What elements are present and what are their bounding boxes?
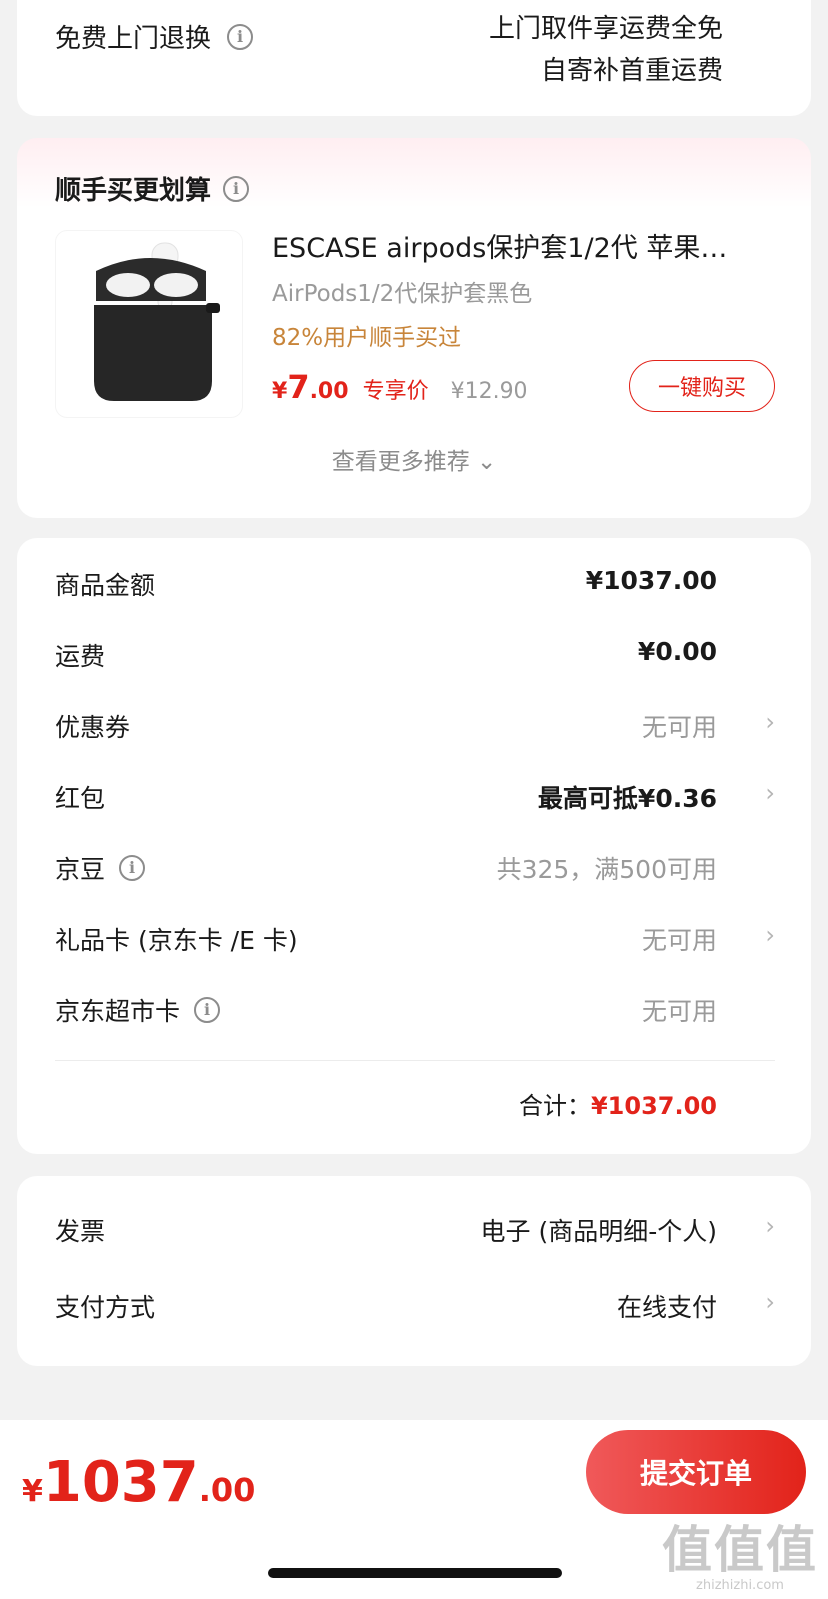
row-label: 红包	[55, 784, 106, 813]
one-click-buy-button[interactable]: 一键购买	[629, 360, 775, 412]
total: 合计：¥1037.00	[519, 1086, 717, 1121]
return-service-line2: 自寄补首重运费	[540, 56, 723, 86]
row-value: 无可用	[641, 997, 717, 1026]
return-service-title: 免费上门退换	[55, 24, 212, 54]
row-value: 无可用	[641, 926, 717, 955]
product-price: ¥7.00	[272, 368, 349, 406]
return-service-card: 免费上门退换 i 上门取件享运费全免 自寄补首重运费	[17, 0, 811, 116]
bottom-total-price: ¥1037.00	[22, 1450, 255, 1515]
invoice-row[interactable]: 发票 电子 (商品明细-个人) ›	[55, 1212, 775, 1252]
chevron-right-icon: ›	[765, 921, 775, 949]
product-price-row: ¥7.00 专享价 ¥12.90	[272, 368, 528, 406]
price-currency: ¥	[272, 379, 288, 404]
chevron-right-icon: ›	[765, 1288, 775, 1316]
amount-row-goods: 商品金额 ¥1037.00	[55, 566, 775, 606]
row-label: 优惠券	[55, 713, 131, 742]
watermark-logo: 值值值	[662, 1521, 818, 1579]
row-label: 运费	[55, 642, 106, 671]
row-value: 共325，满500可用	[496, 855, 717, 884]
amount-row-giftcard[interactable]: 礼品卡 (京东卡 /E 卡) 无可用 ›	[55, 921, 775, 961]
row-value: ¥0.00	[637, 637, 717, 666]
info-icon[interactable]: i	[194, 997, 221, 1023]
amount-row-jingdou: 京豆 i 共325，满500可用	[55, 850, 775, 890]
row-label: 发票	[55, 1217, 106, 1246]
total-amount: ¥1037.00	[590, 1092, 717, 1120]
return-service-label: 免费上门退换 i	[55, 18, 254, 55]
row-label-wrap: 京东超市卡 i	[55, 992, 221, 1028]
payment-method-row[interactable]: 支付方式 在线支付 ›	[55, 1288, 775, 1328]
return-service-line1: 上门取件享运费全免	[488, 14, 723, 44]
submit-order-button[interactable]: 提交订单	[586, 1430, 806, 1514]
row-label: 京东超市卡	[55, 997, 181, 1026]
amount-row-shipping: 运费 ¥0.00	[55, 637, 775, 677]
info-icon[interactable]: i	[223, 175, 250, 202]
row-value: 无可用	[641, 713, 717, 742]
row-label-wrap: 京豆 i	[55, 850, 146, 886]
total-label: 合计：	[518, 1092, 591, 1120]
amount-row-coupon[interactable]: 优惠券 无可用 ›	[55, 708, 775, 748]
product-spec: AirPods1/2代保护套黑色	[272, 281, 533, 307]
product-image[interactable]	[55, 230, 243, 418]
home-indicator[interactable]	[268, 1568, 562, 1578]
row-value: ¥1037.00	[585, 566, 717, 595]
chevron-right-icon: ›	[765, 708, 775, 736]
recommend-card: 顺手买更划算 i ESCASE airpods保护套1/2代 苹果… AirPo…	[17, 138, 811, 518]
price-decimal: .00	[198, 1471, 256, 1509]
product-name[interactable]: ESCASE airpods保护套1/2代 苹果…	[272, 226, 727, 265]
more-recommend-link[interactable]: 查看更多推荐 ⌄	[17, 442, 811, 476]
price-integer: 1037	[42, 1450, 199, 1515]
price-currency: ¥	[22, 1474, 43, 1509]
row-label: 商品金额	[55, 571, 156, 600]
amount-row-redpacket[interactable]: 红包 最高可抵¥0.36 ›	[55, 779, 775, 819]
info-icon[interactable]: i	[227, 23, 254, 50]
original-price: ¥12.90	[450, 379, 528, 404]
row-value: 电子 (商品明细-个人)	[480, 1217, 717, 1246]
row-value: 最高可抵¥0.36	[537, 784, 717, 813]
divider	[55, 1060, 775, 1061]
airpods-case-image	[94, 242, 220, 401]
bottom-bar: ¥1037.00 提交订单 值值值 zhizhizhi.com	[0, 1420, 828, 1599]
watermark: 值值值 zhizhizhi.com	[662, 1510, 818, 1593]
chevron-right-icon: ›	[765, 779, 775, 807]
row-label: 京豆	[55, 855, 106, 884]
row-label: 支付方式	[55, 1293, 156, 1322]
invoice-card: 发票 电子 (商品明细-个人) › 支付方式 在线支付 ›	[17, 1176, 811, 1366]
price-integer: 7	[287, 368, 310, 406]
recommend-title: 顺手买更划算 i	[55, 170, 250, 207]
product-social-proof: 82%用户顺手买过	[272, 325, 462, 351]
recommend-title-text: 顺手买更划算	[55, 176, 212, 206]
amount-row-supermarket-card: 京东超市卡 i 无可用	[55, 992, 775, 1032]
row-value: 在线支付	[616, 1293, 717, 1322]
info-icon[interactable]: i	[119, 855, 146, 881]
return-service-detail: 上门取件享运费全免 自寄补首重运费	[489, 8, 723, 92]
row-label: 礼品卡 (京东卡 /E 卡)	[55, 926, 298, 955]
price-decimal: .00	[309, 379, 349, 404]
chevron-right-icon: ›	[765, 1212, 775, 1240]
price-tag: 专享价	[362, 379, 429, 404]
amount-card: 商品金额 ¥1037.00 运费 ¥0.00 优惠券 无可用 › 红包 最高可抵…	[17, 538, 811, 1154]
